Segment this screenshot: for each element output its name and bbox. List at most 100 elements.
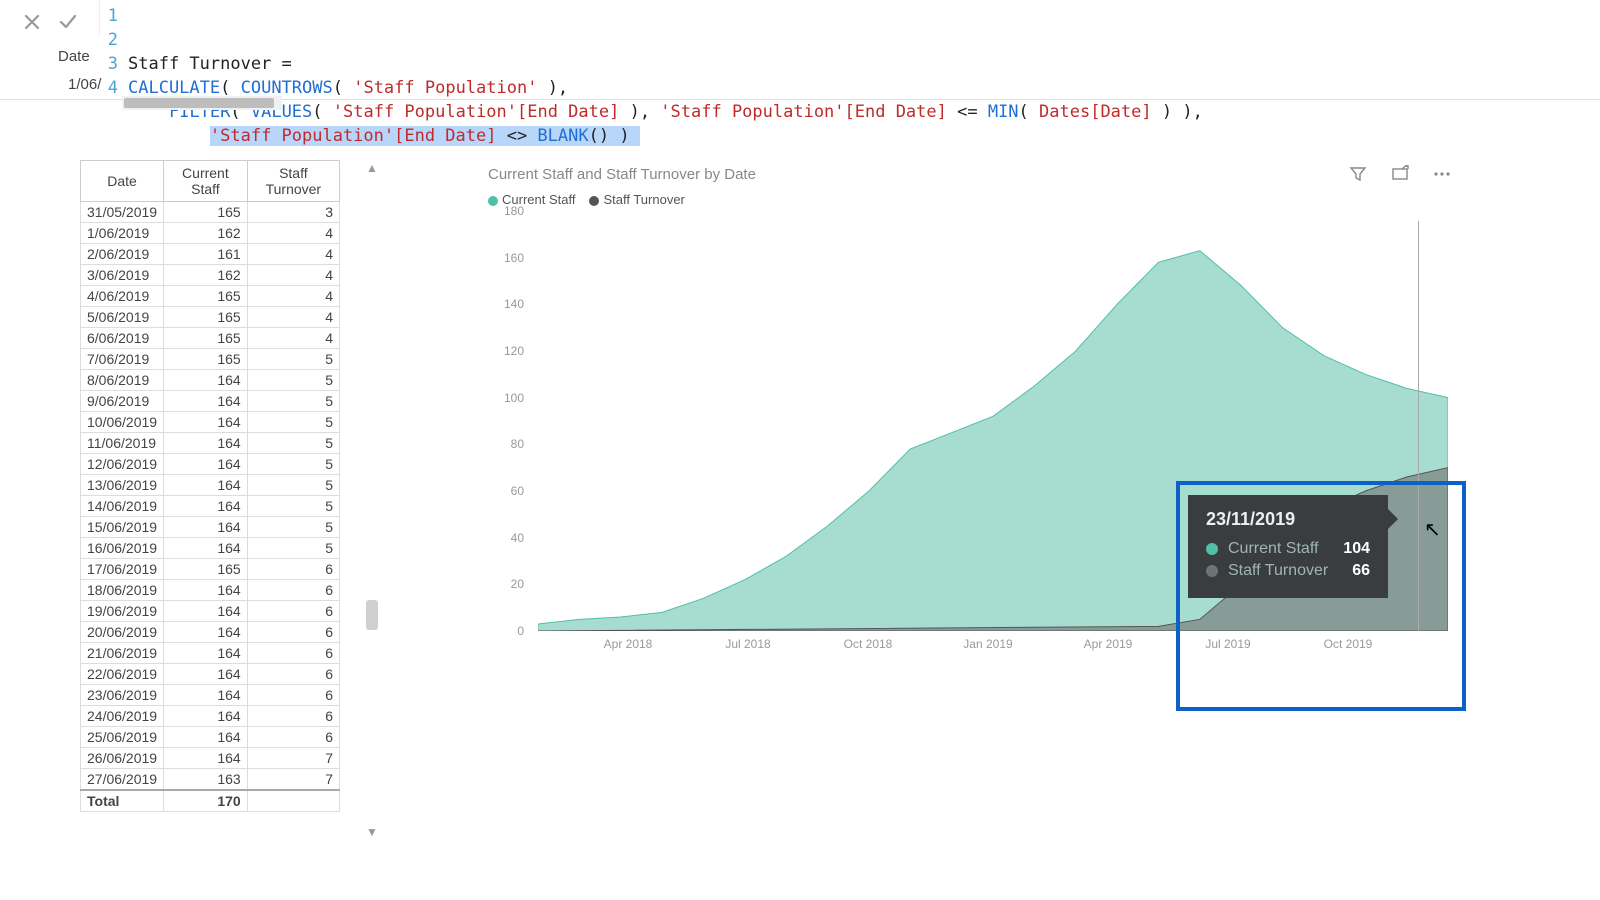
tooltip-row: Staff Turnover66 — [1206, 562, 1370, 580]
area-chart-visual[interactable]: Current Staff and Staff Turnover by Date… — [480, 160, 1460, 680]
scroll-down-icon[interactable]: ▼ — [364, 824, 380, 840]
table-row[interactable]: 20/06/20191646 — [81, 622, 340, 643]
table-cell: 14/06/2019 — [81, 496, 164, 517]
table-row[interactable]: 12/06/20191645 — [81, 454, 340, 475]
chart-tooltip: 23/11/2019 Current Staff104Staff Turnove… — [1188, 495, 1388, 598]
table-row[interactable]: 6/06/20191654 — [81, 328, 340, 349]
table-cell: 164 — [164, 706, 248, 727]
table-cell: 6 — [247, 559, 339, 580]
table-row[interactable]: 19/06/20191646 — [81, 601, 340, 622]
table-cell: 31/05/2019 — [81, 202, 164, 223]
commit-formula-button[interactable] — [54, 8, 82, 36]
tooltip-dot-icon — [1206, 565, 1218, 577]
table-row[interactable]: 8/06/20191645 — [81, 370, 340, 391]
table-row[interactable]: 31/05/20191653 — [81, 202, 340, 223]
table-row[interactable]: 3/06/20191624 — [81, 265, 340, 286]
table-row[interactable]: 10/06/20191645 — [81, 412, 340, 433]
table-cell: 6 — [247, 706, 339, 727]
scrollbar-thumb[interactable] — [366, 600, 378, 630]
table-cell: 5 — [247, 370, 339, 391]
table-cell: 5 — [247, 475, 339, 496]
table-cell: 5 — [247, 433, 339, 454]
table-cell: 165 — [164, 286, 248, 307]
table-cell: 164 — [164, 601, 248, 622]
table-cell: 5 — [247, 538, 339, 559]
table-vertical-scrollbar[interactable]: ▲ ▼ — [364, 160, 380, 840]
table-cell: 4 — [247, 223, 339, 244]
table-row[interactable]: 17/06/20191656 — [81, 559, 340, 580]
table-cell: 3 — [247, 202, 339, 223]
table-cell: 161 — [164, 244, 248, 265]
chart-header: Current Staff and Staff Turnover by Date — [480, 160, 1460, 188]
table-header-cell[interactable]: Staff Turnover — [247, 161, 339, 202]
table-cell: 2/06/2019 — [81, 244, 164, 265]
table-cell: 5 — [247, 412, 339, 433]
table-row[interactable]: 27/06/20191637 — [81, 769, 340, 791]
tooltip-series-value: 66 — [1352, 562, 1370, 580]
table-cell: 164 — [164, 622, 248, 643]
table-cell: 5 — [247, 391, 339, 412]
table-row[interactable]: 7/06/20191655 — [81, 349, 340, 370]
total-value: 170 — [164, 790, 248, 812]
table-cell: 15/06/2019 — [81, 517, 164, 538]
table-cell: 1/06/2019 — [81, 223, 164, 244]
table-cell: 11/06/2019 — [81, 433, 164, 454]
table-row[interactable]: 14/06/20191645 — [81, 496, 340, 517]
table-row[interactable]: 25/06/20191646 — [81, 727, 340, 748]
table-cell: 7 — [247, 769, 339, 791]
table-row[interactable]: 16/06/20191645 — [81, 538, 340, 559]
tooltip-series-name: Current Staff — [1228, 540, 1333, 558]
table-row[interactable]: 4/06/20191654 — [81, 286, 340, 307]
y-tick-label: 80 — [511, 437, 524, 451]
x-tick-label: Jul 2019 — [1205, 637, 1250, 651]
more-options-icon[interactable] — [1432, 164, 1452, 184]
table-cell: 164 — [164, 643, 248, 664]
x-tick-label: Jan 2019 — [963, 637, 1012, 651]
x-tick-label: Apr 2019 — [1084, 637, 1133, 651]
cancel-formula-button[interactable] — [18, 8, 46, 36]
table-cell: 25/06/2019 — [81, 727, 164, 748]
table-row[interactable]: 2/06/20191614 — [81, 244, 340, 265]
table-cell: 165 — [164, 349, 248, 370]
table-cell: 164 — [164, 475, 248, 496]
table-cell: 5 — [247, 517, 339, 538]
table-header-cell[interactable]: Current Staff — [164, 161, 248, 202]
formula-bar: 1234 Staff Turnover = CALCULATE( COUNTRO… — [0, 0, 1600, 100]
table-body: 31/05/201916531/06/201916242/06/20191614… — [81, 202, 340, 812]
table-row[interactable]: 9/06/20191645 — [81, 391, 340, 412]
filter-icon[interactable] — [1348, 164, 1368, 184]
table-row[interactable]: 18/06/20191646 — [81, 580, 340, 601]
table-row[interactable]: 5/06/20191654 — [81, 307, 340, 328]
table-row[interactable]: 21/06/20191646 — [81, 643, 340, 664]
table-cell: 24/06/2019 — [81, 706, 164, 727]
report-canvas: DateCurrent StaffStaff Turnover 31/05/20… — [0, 160, 1600, 900]
table-visual[interactable]: DateCurrent StaffStaff Turnover 31/05/20… — [80, 160, 360, 880]
y-tick-label: 100 — [504, 391, 524, 405]
table-row[interactable]: 24/06/20191646 — [81, 706, 340, 727]
focus-mode-icon[interactable] — [1390, 164, 1410, 184]
table-cell: 165 — [164, 307, 248, 328]
table-row[interactable]: 11/06/20191645 — [81, 433, 340, 454]
table-row[interactable]: 15/06/20191645 — [81, 517, 340, 538]
table-cell: 6 — [247, 685, 339, 706]
formula-gutter: 1234 — [100, 0, 122, 100]
table-header-cell[interactable]: Date — [81, 161, 164, 202]
chart-plot-area[interactable]: 020406080100120140160180 Apr 2018Jul 201… — [488, 211, 1448, 661]
y-tick-label: 0 — [517, 624, 524, 638]
table-cell: 6 — [247, 622, 339, 643]
table-cell: 8/06/2019 — [81, 370, 164, 391]
scrollbar-thumb[interactable] — [124, 98, 274, 108]
table-cell: 3/06/2019 — [81, 265, 164, 286]
y-tick-label: 140 — [504, 297, 524, 311]
table-cell: 10/06/2019 — [81, 412, 164, 433]
y-tick-label: 160 — [504, 251, 524, 265]
chart-legend: Current Staff Staff Turnover — [480, 188, 1460, 211]
table-row[interactable]: 23/06/20191646 — [81, 685, 340, 706]
scroll-up-icon[interactable]: ▲ — [364, 160, 380, 176]
table-row[interactable]: 13/06/20191645 — [81, 475, 340, 496]
formula-horizontal-scrollbar[interactable] — [122, 96, 282, 110]
table-row[interactable]: 22/06/20191646 — [81, 664, 340, 685]
table-row[interactable]: 1/06/20191624 — [81, 223, 340, 244]
table-cell: 5 — [247, 496, 339, 517]
table-row[interactable]: 26/06/20191647 — [81, 748, 340, 769]
